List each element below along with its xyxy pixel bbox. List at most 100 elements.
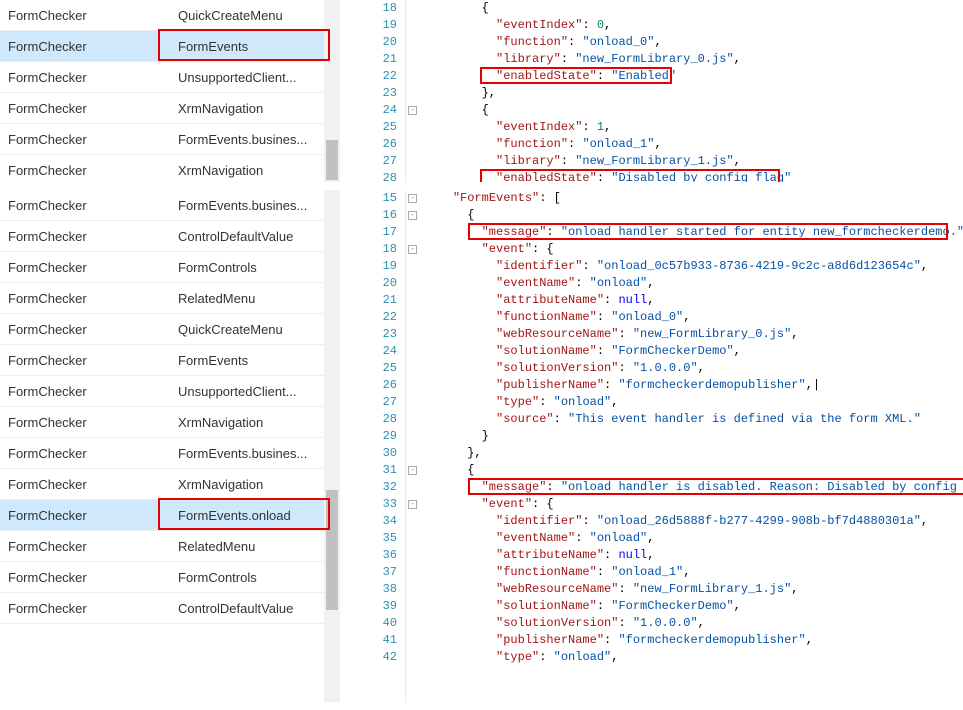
list-item[interactable]: FormCheckerXrmNavigation [0,469,324,500]
code-line[interactable]: { [424,0,963,17]
code-line[interactable]: "eventName": "onload", [424,275,963,292]
code-line[interactable]: "identifier": "onload_26d5888f-b277-4299… [424,513,963,530]
bottom-code-pane[interactable]: 1516171819202122232425262728293031323334… [340,190,963,702]
list-item[interactable]: FormCheckerFormEvents.busines... [0,438,324,469]
code-line[interactable]: "webResourceName": "new_FormLibrary_0.js… [424,326,963,343]
list-col-event: FormEvents.busines... [150,198,324,213]
code-line[interactable]: "message": "onload handler is disabled. … [424,479,963,496]
code-line[interactable]: "attributeName": null, [424,292,963,309]
bottom-scrollbar[interactable] [324,190,340,702]
fold-column: - [406,0,420,182]
code-line[interactable]: } [424,428,963,445]
list-item[interactable]: FormCheckerRelatedMenu [0,531,324,562]
line-number: 31 [340,462,397,479]
scrollbar-thumb[interactable] [326,490,338,610]
list-item[interactable]: FormCheckerFormEvents [0,31,324,62]
code-line[interactable]: "event": { [424,241,963,258]
code-line[interactable]: "solutionName": "FormCheckerDemo", [424,343,963,360]
code-line[interactable]: }, [424,445,963,462]
line-number: 22 [340,309,397,326]
line-number: 24 [340,343,397,360]
fold-marker-icon[interactable]: - [408,500,417,509]
top-scrollbar[interactable] [324,0,340,182]
code-line[interactable]: { [424,102,963,119]
code-line[interactable]: "eventIndex": 0, [424,17,963,34]
code-line[interactable]: "enabledState": "Disabled by config flag… [424,170,963,182]
list-col-source: FormChecker [0,70,150,85]
line-number: 38 [340,581,397,598]
code-line[interactable]: "enabledState": "Enabled" [424,68,963,85]
code-line[interactable]: "function": "onload_1", [424,136,963,153]
line-number: 37 [340,564,397,581]
line-number: 36 [340,547,397,564]
code-line[interactable]: "functionName": "onload_0", [424,309,963,326]
list-item[interactable]: FormCheckerFormEvents.onload [0,500,324,531]
list-col-source: FormChecker [0,539,150,554]
code-line[interactable]: "function": "onload_0", [424,34,963,51]
code-line[interactable]: "publisherName": "formcheckerdemopublish… [424,632,963,649]
list-item[interactable]: FormCheckerFormEvents.busines... [0,190,324,221]
list-item[interactable]: FormCheckerQuickCreateMenu [0,0,324,31]
line-number: 24 [340,102,397,119]
code-line[interactable]: { [424,462,963,479]
list-col-source: FormChecker [0,39,150,54]
code-line[interactable]: "solutionVersion": "1.0.0.0", [424,615,963,632]
list-item[interactable]: FormCheckerQuickCreateMenu [0,314,324,345]
list-item[interactable]: FormCheckerFormEvents.busines... [0,124,324,155]
line-number: 28 [340,411,397,428]
fold-marker-icon[interactable]: - [408,106,417,115]
list-item[interactable]: FormCheckerControlDefaultValue [0,593,324,624]
code-line[interactable]: }, [424,85,963,102]
fold-marker-icon[interactable]: - [408,211,417,220]
code-lines[interactable]: "FormEvents": [ { "message": "onload han… [420,190,963,702]
list-item[interactable]: FormCheckerControlDefaultValue [0,221,324,252]
code-line[interactable]: "library": "new_FormLibrary_0.js", [424,51,963,68]
list-col-event: QuickCreateMenu [150,8,324,23]
list-item[interactable]: FormCheckerUnsupportedClient... [0,62,324,93]
list-col-source: FormChecker [0,260,150,275]
list-item[interactable]: FormCheckerXrmNavigation [0,93,324,124]
list-col-source: FormChecker [0,570,150,585]
list-item[interactable]: FormCheckerUnsupportedClient... [0,376,324,407]
line-number: 40 [340,615,397,632]
line-number: 21 [340,292,397,309]
code-line[interactable]: "solutionVersion": "1.0.0.0", [424,360,963,377]
code-line[interactable]: "eventIndex": 1, [424,119,963,136]
fold-marker-icon[interactable]: - [408,466,417,475]
code-line[interactable]: "solutionName": "FormCheckerDemo", [424,598,963,615]
code-lines[interactable]: { "eventIndex": 0, "function": "onload_0… [420,0,963,182]
line-number: 18 [340,241,397,258]
code-line[interactable]: "type": "onload", [424,394,963,411]
code-line[interactable]: "type": "onload", [424,649,963,666]
list-item[interactable]: FormCheckerXrmNavigation [0,155,324,182]
line-number: 27 [340,153,397,170]
code-line[interactable]: "eventName": "onload", [424,530,963,547]
list-col-event: XrmNavigation [150,477,324,492]
line-number: 20 [340,34,397,51]
code-line[interactable]: "identifier": "onload_0c57b933-8736-4219… [424,258,963,275]
line-number: 27 [340,394,397,411]
code-line[interactable]: { [424,207,963,224]
line-number: 16 [340,207,397,224]
code-line[interactable]: "library": "new_FormLibrary_1.js", [424,153,963,170]
code-line[interactable]: "webResourceName": "new_FormLibrary_1.js… [424,581,963,598]
code-line[interactable]: "FormEvents": [ [424,190,963,207]
fold-marker-icon[interactable]: - [408,194,417,203]
list-item[interactable]: FormCheckerFormEvents [0,345,324,376]
list-item[interactable]: FormCheckerRelatedMenu [0,283,324,314]
code-line[interactable]: "attributeName": null, [424,547,963,564]
code-line[interactable]: "publisherName": "formcheckerdemopublish… [424,377,963,394]
code-line[interactable]: "source": "This event handler is defined… [424,411,963,428]
code-line[interactable]: "message": "onload handler started for e… [424,224,963,241]
code-line[interactable]: "event": { [424,496,963,513]
code-line[interactable]: "functionName": "onload_1", [424,564,963,581]
top-code-pane[interactable]: 181920212223242526272829 - { "eventIndex… [340,0,963,182]
line-number: 19 [340,17,397,34]
fold-marker-icon[interactable]: - [408,245,417,254]
list-col-source: FormChecker [0,477,150,492]
list-item[interactable]: FormCheckerXrmNavigation [0,407,324,438]
list-col-event: FormEvents [150,353,324,368]
list-item[interactable]: FormCheckerFormControls [0,252,324,283]
scrollbar-thumb[interactable] [326,140,338,180]
list-item[interactable]: FormCheckerFormControls [0,562,324,593]
